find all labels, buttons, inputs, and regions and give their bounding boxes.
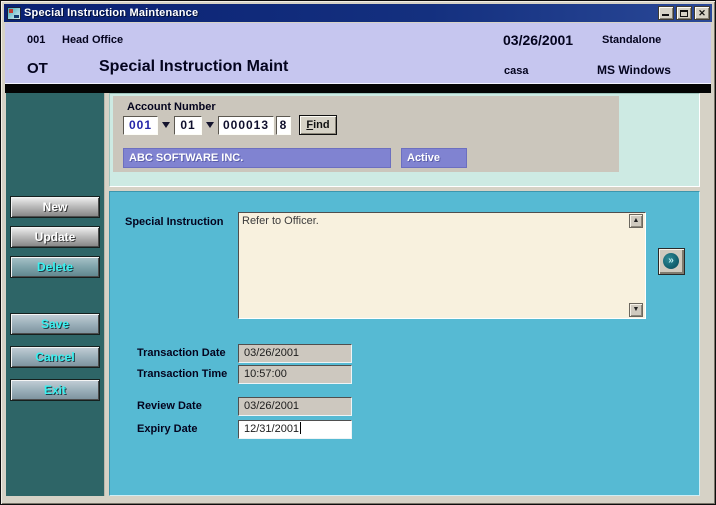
textarea-scrollbar[interactable]: ▲ ▼ (629, 214, 644, 317)
transaction-time-field: 10:57:00 (238, 365, 352, 384)
account-branch-input[interactable]: 001 (123, 116, 158, 135)
review-date-field: 03/26/2001 (238, 397, 352, 416)
mode-label: Standalone (602, 34, 661, 46)
content-panels: Account Number 001 01 000013 8 Find ABC … (109, 93, 700, 496)
sidebar: New Update Delete Save Cancel Exit (6, 93, 105, 496)
scroll-down-icon[interactable]: ▼ (629, 303, 643, 317)
expiry-date-label: Expiry Date (137, 423, 198, 435)
account-inner-panel: Account Number 001 01 000013 8 Find ABC … (113, 96, 619, 172)
branch-code: 001 (27, 34, 45, 46)
account-panel: Account Number 001 01 000013 8 Find ABC … (109, 93, 700, 187)
save-button[interactable]: Save (10, 313, 100, 335)
maximize-icon (680, 10, 688, 17)
text-cursor (300, 422, 301, 434)
exit-button[interactable]: Exit (10, 379, 100, 401)
close-button[interactable]: ✕ (694, 6, 710, 20)
update-button[interactable]: Update (10, 226, 100, 248)
new-button[interactable]: New (10, 196, 100, 218)
account-number-row: 001 01 000013 8 Find (123, 115, 337, 135)
scroll-up-icon[interactable]: ▲ (629, 214, 643, 228)
minimize-button[interactable] (658, 6, 674, 20)
check-digit-input[interactable]: 8 (276, 116, 291, 135)
find-button[interactable]: Find (299, 115, 337, 135)
header-divider (5, 84, 711, 93)
detail-panel: Special Instruction Refer to Officer. ▲ … (109, 191, 700, 496)
maximize-button[interactable] (676, 6, 692, 20)
special-instruction-label: Special Instruction (125, 216, 223, 228)
branch-name: Head Office (62, 34, 123, 46)
user-name: casa (504, 65, 528, 77)
arrow-right-icon: » (663, 253, 679, 269)
platform-label: MS Windows (597, 63, 671, 77)
expiry-date-input[interactable]: 12/31/2001 (238, 420, 352, 439)
module-code: OT (27, 60, 48, 77)
branch-dropdown-icon[interactable] (162, 122, 170, 128)
application-window: Special Instruction Maintenance ✕ 001 He… (0, 0, 716, 505)
account-number-input[interactable]: 000013 (218, 116, 274, 135)
system-date: 03/26/2001 (503, 32, 573, 48)
account-number-label: Account Number (127, 101, 216, 113)
screen-header: 001 Head Office OT Special Instruction M… (5, 23, 711, 84)
cancel-button[interactable]: Cancel (10, 346, 100, 368)
transaction-time-label: Transaction Time (137, 368, 227, 380)
minimize-icon (662, 14, 669, 16)
screen-title: Special Instruction Maint (99, 58, 288, 76)
title-bar[interactable]: Special Instruction Maintenance ✕ (4, 4, 712, 22)
account-type-input[interactable]: 01 (174, 116, 202, 135)
body-area: New Update Delete Save Cancel Exit Accou… (5, 93, 711, 496)
special-instruction-text[interactable]: Refer to Officer. (242, 215, 627, 316)
special-instruction-textarea[interactable]: Refer to Officer. ▲ ▼ (238, 212, 646, 319)
app-icon (7, 7, 21, 20)
review-date-label: Review Date (137, 400, 202, 412)
account-name-display: ABC SOFTWARE INC. (123, 148, 391, 168)
transaction-date-field: 03/26/2001 (238, 344, 352, 363)
window-title: Special Instruction Maintenance (24, 7, 658, 19)
type-dropdown-icon[interactable] (206, 122, 214, 128)
account-status-badge: Active (401, 148, 467, 168)
expiry-date-value: 12/31/2001 (244, 423, 299, 435)
expand-instruction-button[interactable]: » (658, 248, 685, 275)
delete-button[interactable]: Delete (10, 256, 100, 278)
transaction-date-label: Transaction Date (137, 347, 226, 359)
